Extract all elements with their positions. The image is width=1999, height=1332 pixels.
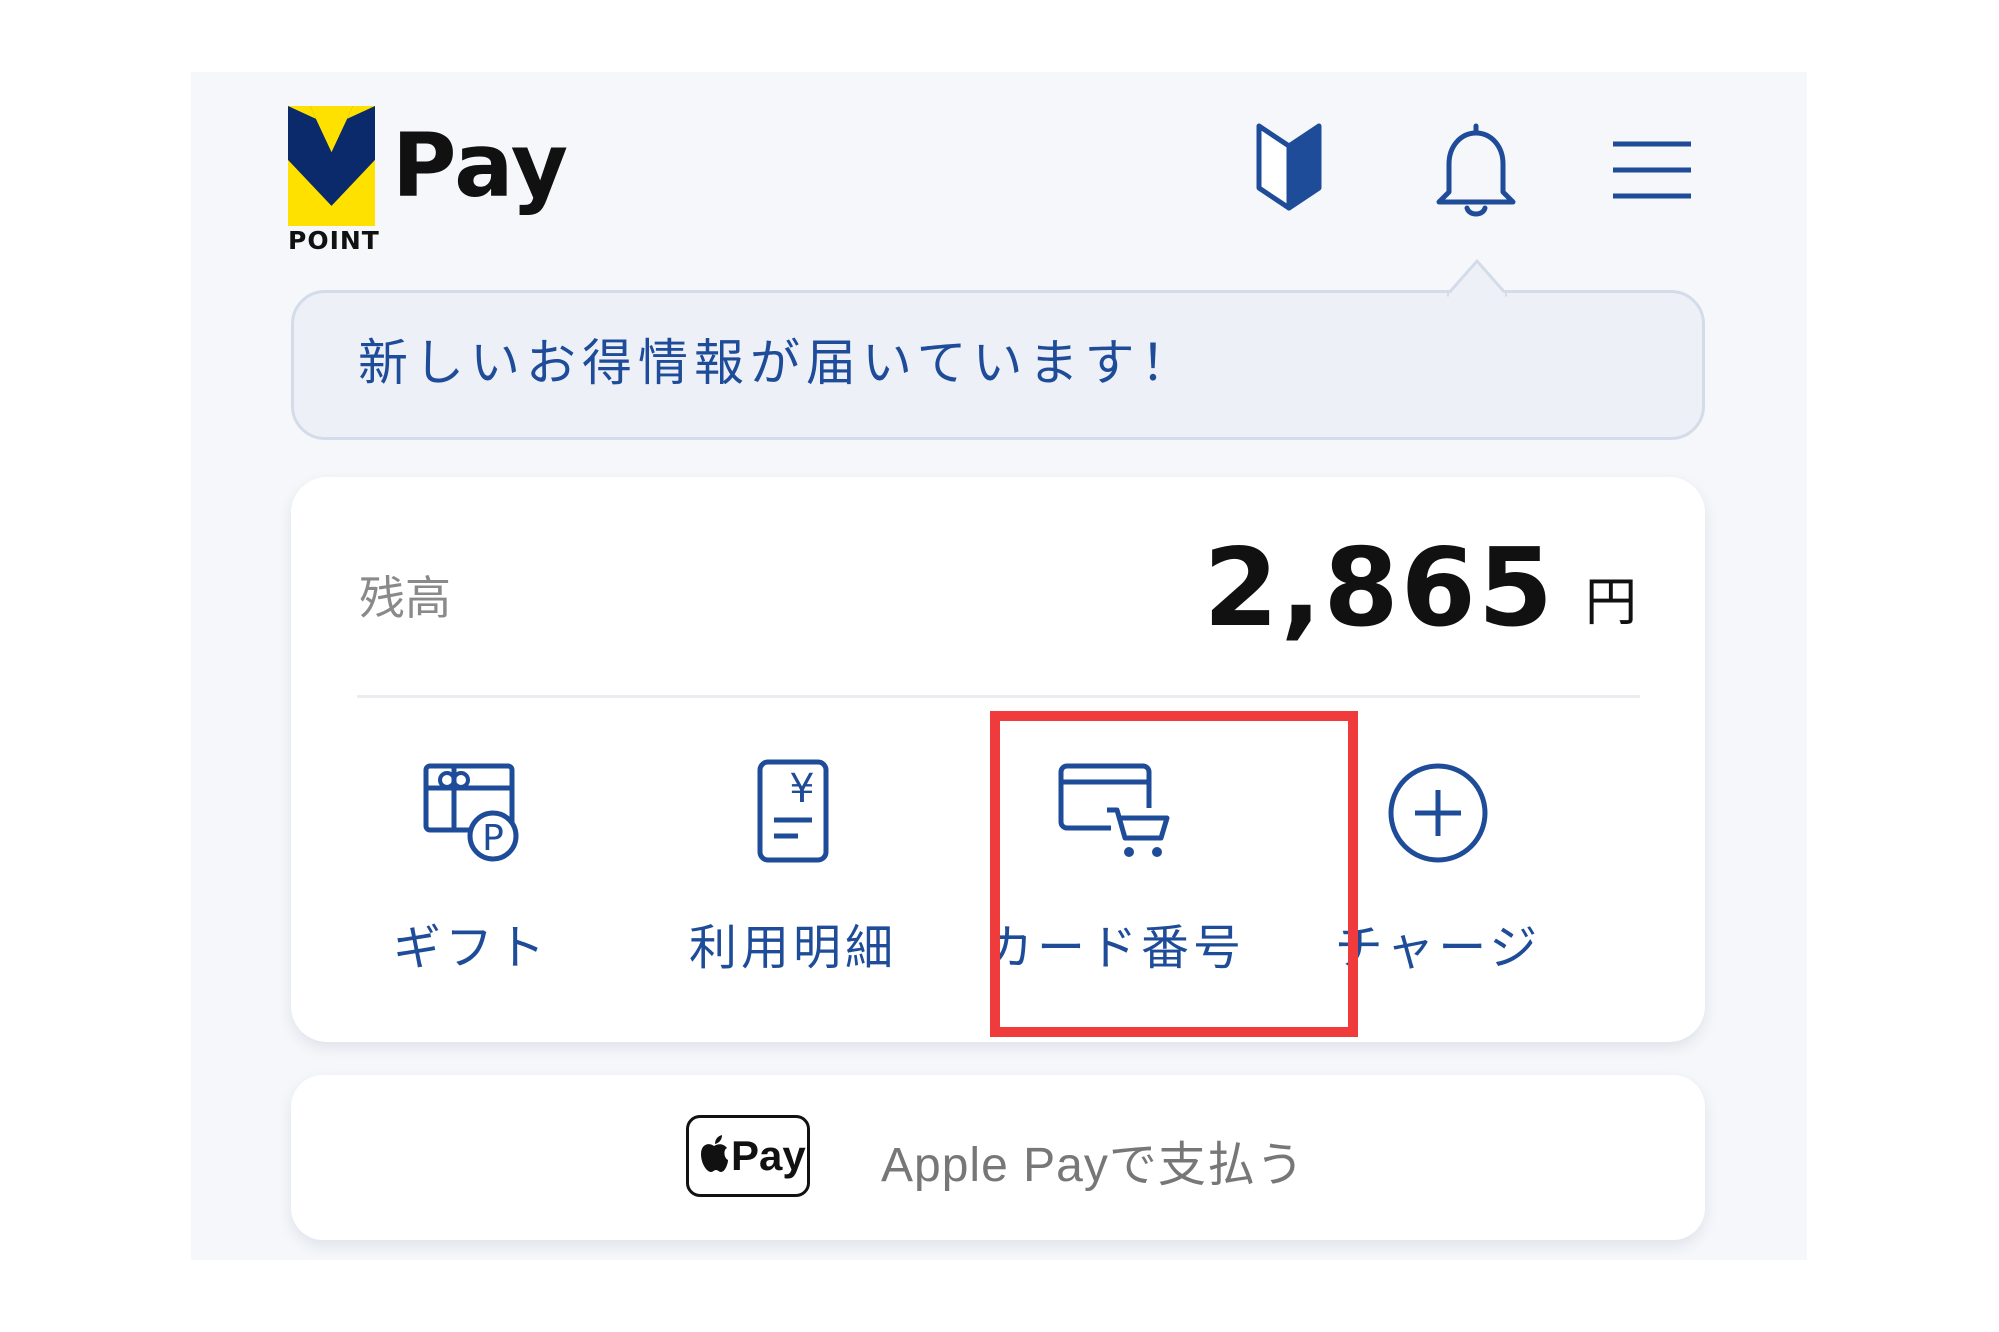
menu-icon[interactable]: [1611, 138, 1693, 202]
gift-button[interactable]: P ギフト: [321, 735, 621, 995]
apple-logo-icon: [701, 1135, 728, 1172]
balance-card: 残高 2,865 円 P ギフト ¥ 利用明細 カード番号 チャージ: [291, 477, 1705, 1042]
apple-pay-label: Apple Payで支払う: [881, 1139, 1305, 1192]
notice-bubble[interactable]: 新しいお得情報が届いています！: [291, 290, 1705, 440]
apple-pay-button[interactable]: Pay Apple Payで支払う: [291, 1075, 1705, 1240]
card-cart-icon: [1058, 763, 1170, 857]
card-number-label: カード番号: [984, 920, 1245, 976]
divider: [357, 695, 1640, 698]
charge-label: チャージ: [1334, 920, 1542, 976]
app-screen: POINT Pay 新しいお得情報が届いています！ 残高 2,865 円 P ギ…: [191, 72, 1807, 1260]
card-number-button[interactable]: カード番号: [965, 735, 1265, 995]
bubble-tip: [1447, 258, 1507, 297]
svg-text:¥: ¥: [789, 766, 814, 812]
balance-label: 残高: [359, 571, 451, 625]
gift-label: ギフト: [392, 920, 549, 976]
plus-circle-icon: [1388, 763, 1488, 863]
gift-point-icon: P: [423, 763, 519, 862]
notice-text: 新しいお得情報が届いています！: [358, 334, 1197, 392]
guide-icon[interactable]: [1254, 120, 1324, 212]
statement-button[interactable]: ¥ 利用明細: [643, 735, 943, 995]
statement-icon: ¥: [757, 759, 829, 863]
bell-icon[interactable]: [1429, 120, 1523, 220]
balance-unit: 円: [1584, 573, 1637, 633]
v-logo-icon: [288, 106, 375, 226]
balance-amount: 2,865: [1203, 526, 1555, 651]
svg-text:P: P: [482, 818, 504, 859]
charge-button[interactable]: チャージ: [1288, 735, 1588, 995]
logo-pay-text: Pay: [392, 114, 569, 217]
apple-pay-badge-text: Pay: [731, 1132, 806, 1179]
statement-label: 利用明細: [688, 920, 897, 976]
logo-point-text: POINT: [288, 226, 380, 255]
apple-pay-badge: Pay: [686, 1115, 810, 1197]
vpoint-pay-logo: POINT Pay: [288, 106, 588, 253]
